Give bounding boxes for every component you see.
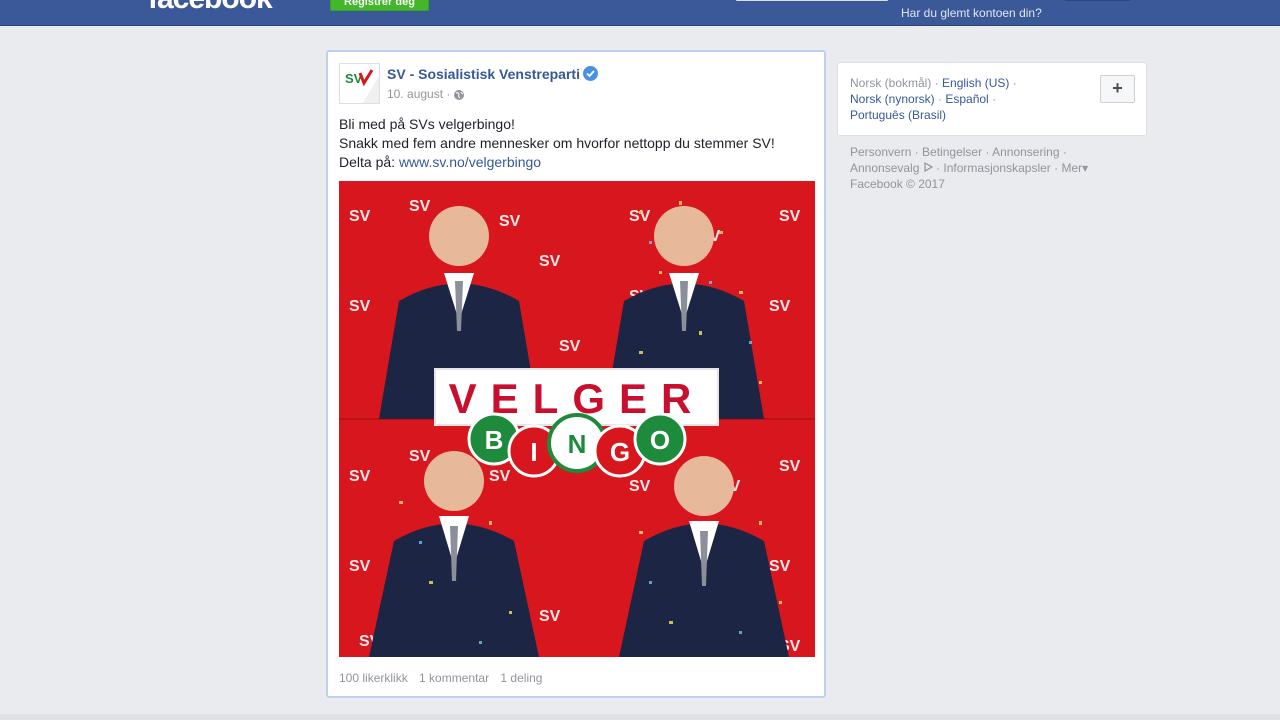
bingo-letter-o: O xyxy=(650,425,670,455)
post-message: Bli med på SVs velgerbingo! Snakk med fe… xyxy=(339,115,819,172)
post-date-text[interactable]: 10. august xyxy=(387,87,443,101)
footer-link-personvern[interactable]: Personvern xyxy=(850,145,911,159)
poster-logo-9: SV xyxy=(559,338,581,355)
footer-link-informasjonskapsler[interactable]: Informasjonskapsler xyxy=(943,161,1050,175)
post-card: SV SV - Sosialistisk Venstreparti 10. au… xyxy=(326,50,826,698)
footer-link-annonsevalg[interactable]: Annonsevalg xyxy=(850,161,919,175)
bingo-letter-g: G xyxy=(610,437,630,467)
poster-logo-2: SV xyxy=(409,198,431,215)
footer-link-betingelser[interactable]: Betingelser xyxy=(922,145,982,159)
post-timestamp[interactable]: 10. august · xyxy=(387,86,450,102)
footer-links: Personvern · Betingelser · Annonsering ·… xyxy=(850,145,1089,191)
email-field[interactable] xyxy=(736,0,888,1)
link-prefix: Delta på: xyxy=(339,154,396,170)
page-avatar[interactable]: SV xyxy=(339,63,380,104)
footer-link-mer[interactable]: Mer xyxy=(1061,161,1082,175)
sv-logo-icon: SV xyxy=(340,64,379,103)
bingo-letter-i: I xyxy=(530,437,537,467)
bottom-bar xyxy=(0,714,1280,720)
language-norsk-nynorsk[interactable]: Norsk (nynorsk) xyxy=(850,92,935,106)
language-list: Norsk (bokmål) · English (US) · Norsk (n… xyxy=(850,76,1017,122)
poster-logo-13: SV xyxy=(349,468,371,485)
poster-logo-7: SV xyxy=(779,208,801,225)
bingo-letter-n: N xyxy=(568,429,587,459)
caret-down-icon: ▾ xyxy=(1082,161,1089,175)
post-line-2: Snakk med fem andre mennesker om hvorfor… xyxy=(339,135,775,151)
page-name-link[interactable]: SV - Sosialistisk Venstreparti xyxy=(387,65,580,83)
poster-logo-3: SV xyxy=(499,213,521,230)
forgot-account-link[interactable]: Har du glemt kontoen din? xyxy=(901,6,1042,20)
poster-logo-19: SV xyxy=(349,558,371,575)
login-button[interactable] xyxy=(1065,0,1130,1)
poster-logo-8: SV xyxy=(349,298,371,315)
top-bar: facebook Registrer deg Har du glemt kont… xyxy=(0,0,1280,26)
footer-link-annonsering[interactable]: Annonsering xyxy=(992,145,1059,159)
poster-logo-11: SV xyxy=(769,298,791,315)
poster-logo-5: SV xyxy=(629,208,651,225)
poster-logo-16: SV xyxy=(629,478,651,495)
post-line-1: Bli med på SVs velgerbingo! xyxy=(339,116,515,132)
likes-count[interactable]: 100 likerklikk xyxy=(339,671,408,685)
language-norsk-bokmal: Norsk (bokmål) xyxy=(850,76,932,90)
language-portugues-brasil[interactable]: Português (Brasil) xyxy=(850,108,946,122)
copyright: Facebook © 2017 xyxy=(850,177,945,191)
verified-badge-icon xyxy=(583,66,598,81)
poster-logo-14: SV xyxy=(409,448,431,465)
comments-count[interactable]: 1 kommentar xyxy=(419,671,489,685)
poster-logo-15: SV xyxy=(489,468,511,485)
post-line-3: Delta på: www.sv.no/velgerbingo xyxy=(339,153,819,172)
poster-logo-20: SV xyxy=(769,558,791,575)
bingo-letter-b: B xyxy=(485,425,504,455)
register-button[interactable]: Registrer deg xyxy=(330,0,429,11)
poster-logo-18: SV xyxy=(779,458,801,475)
globe-icon xyxy=(453,88,465,100)
ad-choices-icon xyxy=(923,161,933,175)
poster-logo-1: SV xyxy=(349,208,371,225)
language-espanol[interactable]: Español xyxy=(945,92,988,106)
poster-logo-21: SV xyxy=(539,608,561,625)
post-stats: 100 likerklikk 1 kommentar 1 deling xyxy=(339,670,550,686)
language-selector: Norsk (bokmål) · English (US) · Norsk (n… xyxy=(837,62,1147,136)
facebook-logo[interactable]: facebook xyxy=(148,0,273,14)
language-english-us[interactable]: English (US) xyxy=(942,76,1009,90)
velgerbingo-link[interactable]: www.sv.no/velgerbingo xyxy=(399,154,541,170)
shares-count[interactable]: 1 deling xyxy=(500,671,542,685)
add-language-button[interactable]: + xyxy=(1100,75,1135,103)
post-photo[interactable]: SV SV SV SV SV SV SV SV SV SV SV SV SV SV SV SV SV SV… xyxy=(339,181,815,657)
poster-logo-4: SV xyxy=(539,253,561,270)
